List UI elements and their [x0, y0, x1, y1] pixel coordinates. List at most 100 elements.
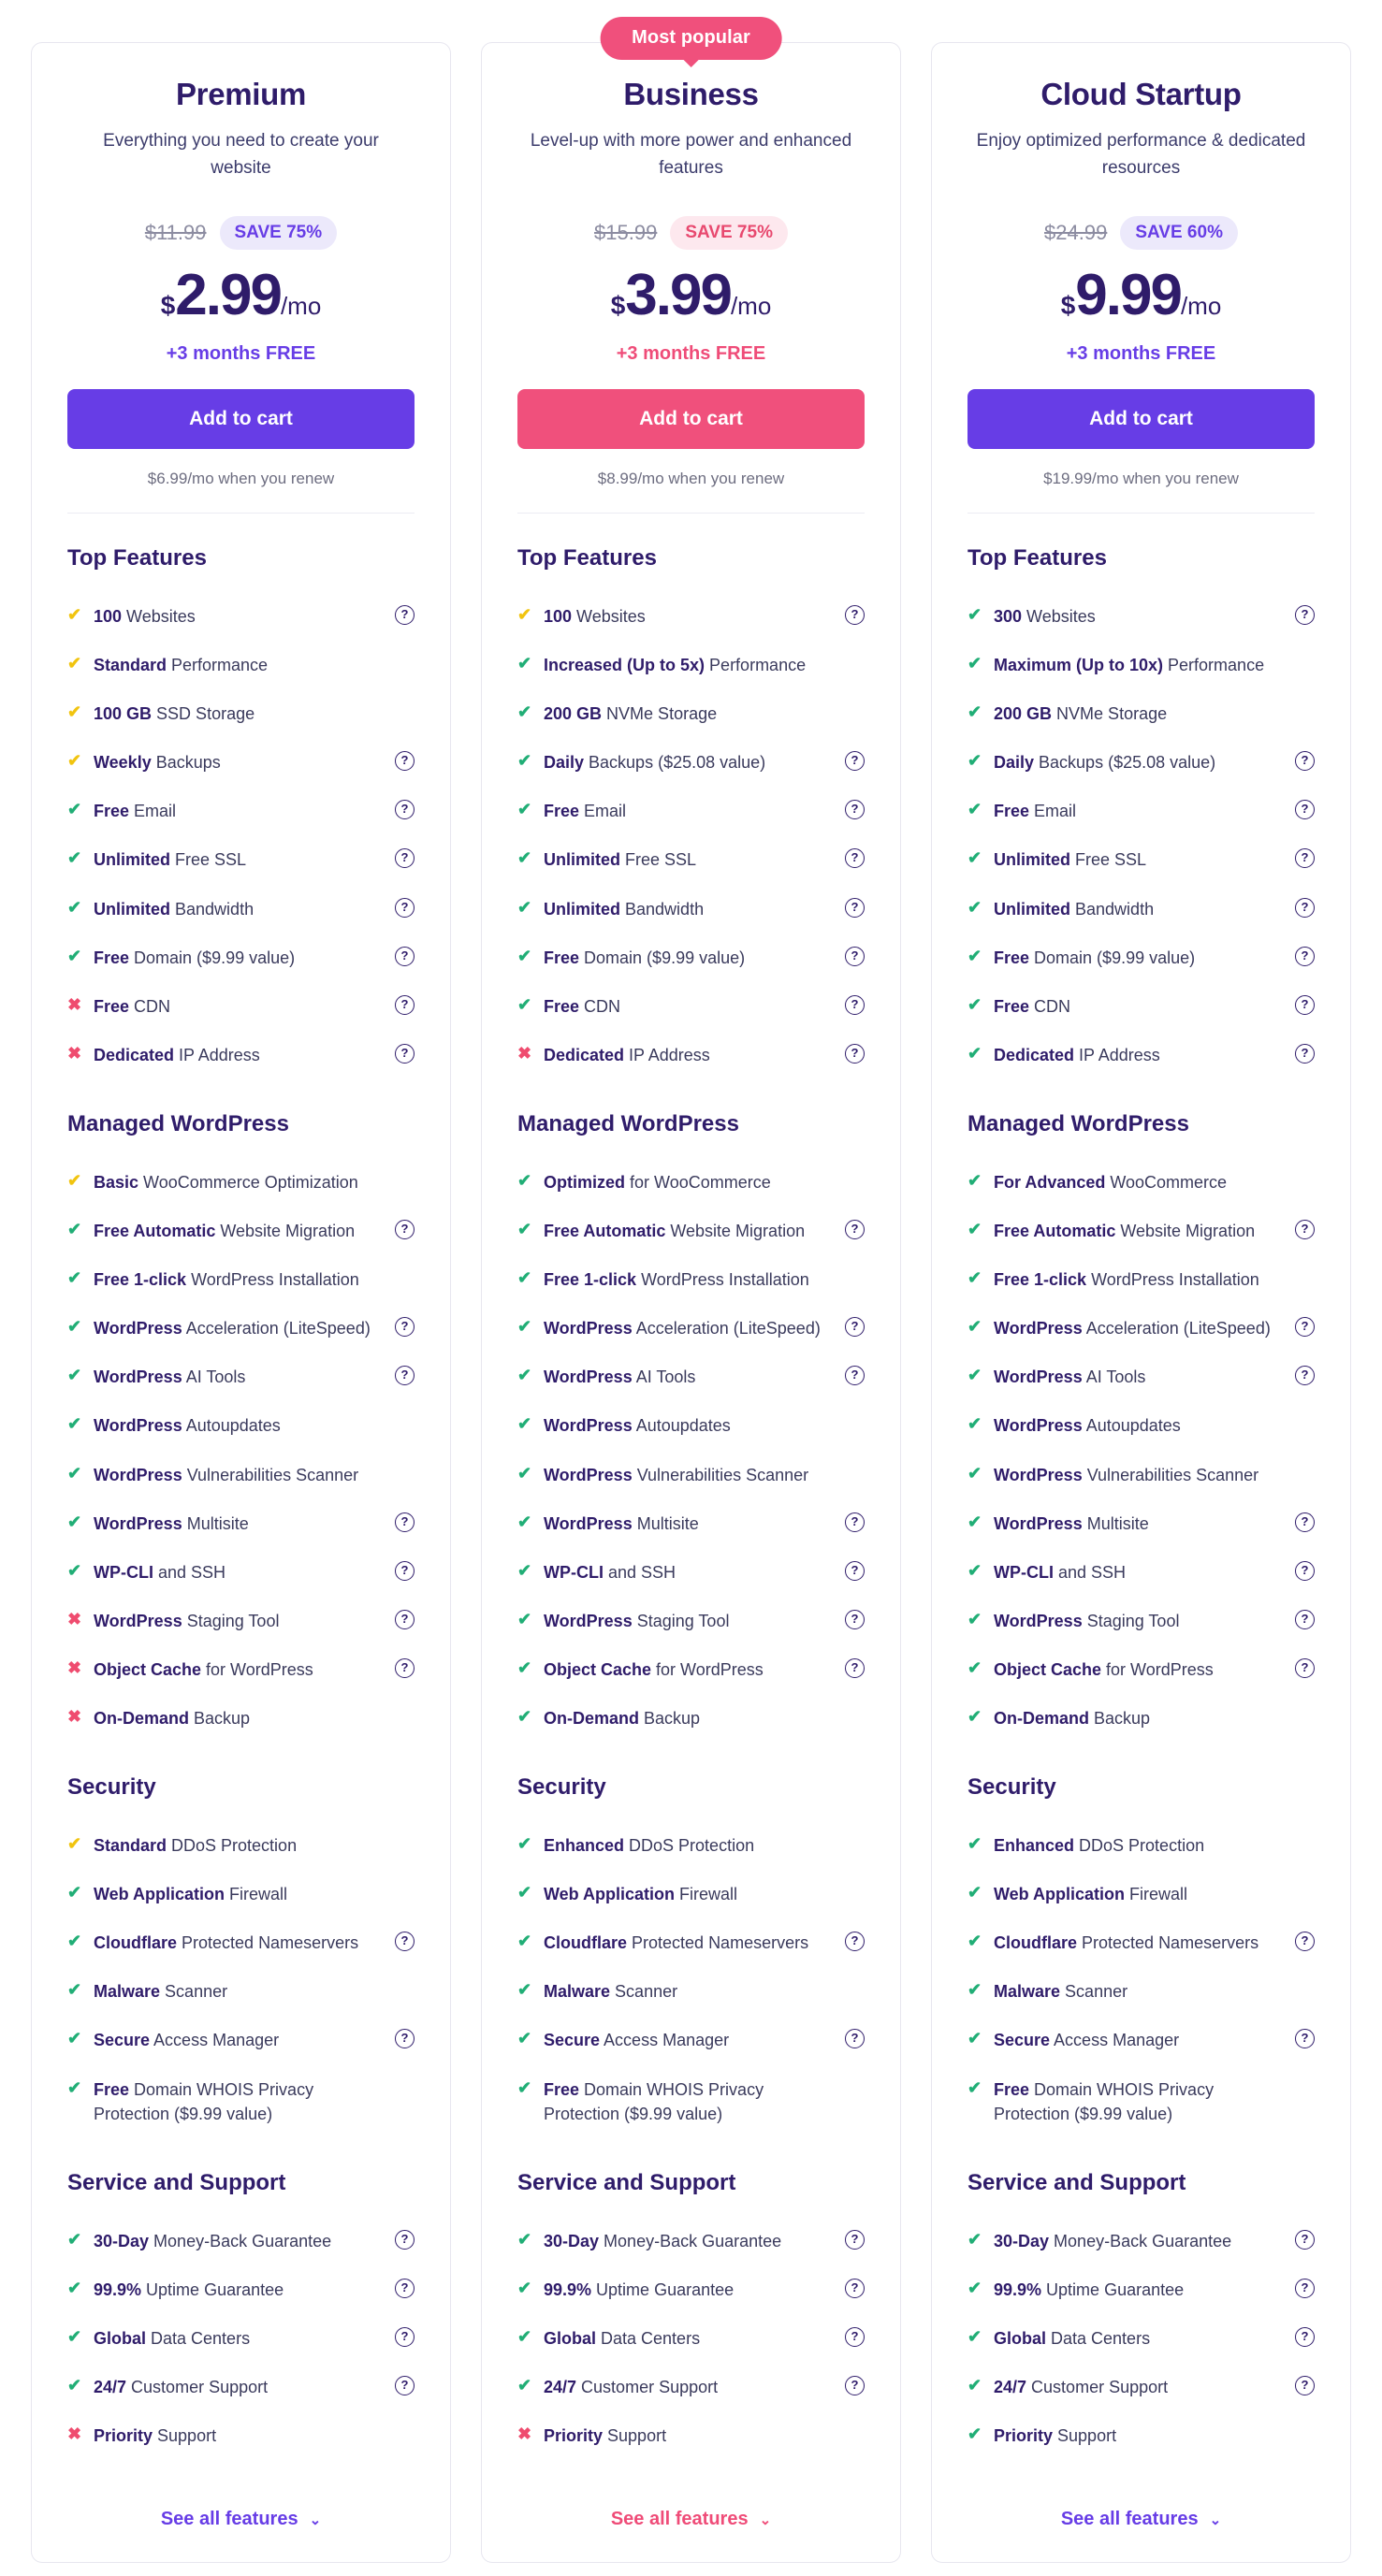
plan-name: Premium	[175, 77, 307, 111]
help-icon[interactable]: ?	[395, 848, 415, 869]
help-icon[interactable]: ?	[1295, 1560, 1315, 1581]
feature-label-rest: and SSH	[603, 1562, 676, 1582]
help-icon[interactable]: ?	[395, 897, 415, 918]
help-icon[interactable]: ?	[845, 2278, 865, 2298]
help-icon[interactable]: ?	[1295, 848, 1315, 869]
help-icon[interactable]: ?	[845, 1560, 865, 1581]
feature-label-rest: Support	[603, 2426, 667, 2446]
help-icon[interactable]: ?	[845, 1932, 865, 1952]
help-icon[interactable]: ?	[395, 1366, 415, 1386]
help-icon[interactable]: ?	[845, 897, 865, 918]
feature-section-top: Top Features ✔ 300 Websites? ✔ Maximum (Up t…	[967, 545, 1315, 1079]
feature-section-support: Service and Support ✔ 30-Day Money-Back Gu…	[67, 2170, 415, 2460]
help-icon[interactable]: ?	[395, 1043, 415, 1064]
add-to-cart-button[interactable]: Add to cart	[67, 389, 415, 449]
help-icon[interactable]: ?	[1295, 605, 1315, 625]
feature-row: ✔200 GB NVMe Storage?	[967, 689, 1315, 738]
feature-label-rest: for WooCommerce	[625, 1172, 771, 1192]
help-icon[interactable]: ?	[845, 1512, 865, 1532]
add-to-cart-button[interactable]: Add to cart	[967, 389, 1315, 449]
feature-label: Maximum (Up to 10x) Performance	[994, 653, 1286, 677]
help-icon[interactable]: ?	[395, 1609, 415, 1629]
help-icon[interactable]: ?	[1295, 2029, 1315, 2049]
help-icon[interactable]: ?	[845, 1043, 865, 1064]
help-icon[interactable]: ?	[395, 1932, 415, 1952]
section-title: Top Features	[517, 545, 657, 571]
help-icon[interactable]: ?	[395, 1512, 415, 1532]
help-icon[interactable]: ?	[395, 994, 415, 1015]
see-all-features-link[interactable]: See all features ⌄	[67, 2509, 415, 2530]
help-icon[interactable]: ?	[395, 1560, 415, 1581]
price-row: $9.99/mo	[967, 267, 1315, 325]
help-icon[interactable]: ?	[845, 1609, 865, 1629]
add-to-cart-button[interactable]: Add to cart	[517, 389, 865, 449]
help-icon[interactable]: ?	[845, 1657, 865, 1678]
help-icon[interactable]: ?	[1295, 2278, 1315, 2298]
feature-label: Unlimited Free SSL	[94, 847, 386, 872]
help-icon[interactable]: ?	[1295, 2376, 1315, 2395]
help-icon[interactable]: ?	[845, 848, 865, 869]
see-all-features-link[interactable]: See all features ⌄	[517, 2509, 865, 2530]
feature-section-security: Security ✔ Standard DDoS Protection? ✔ Web A…	[67, 1774, 415, 2138]
help-icon[interactable]: ?	[845, 2229, 865, 2250]
help-icon[interactable]: ?	[845, 2029, 865, 2049]
feature-label-rest: Multisite	[182, 1513, 249, 1533]
feature-label-emphasis: 200 GB	[994, 704, 1053, 724]
help-icon[interactable]: ?	[1295, 994, 1315, 1015]
help-icon[interactable]: ?	[1295, 1657, 1315, 1678]
help-icon[interactable]: ?	[1295, 1317, 1315, 1338]
help-icon[interactable]: ?	[395, 2376, 415, 2395]
help-icon[interactable]: ?	[845, 2326, 865, 2347]
help-icon[interactable]: ?	[395, 946, 415, 966]
help-icon[interactable]: ?	[845, 1366, 865, 1386]
help-icon[interactable]: ?	[845, 800, 865, 820]
help-icon[interactable]: ?	[845, 1317, 865, 1338]
feature-label: Global Data Centers	[994, 2326, 1286, 2351]
help-icon[interactable]: ?	[845, 1220, 865, 1240]
help-icon[interactable]: ?	[1295, 2326, 1315, 2347]
bonus-months-label: +3 months FREE	[166, 343, 316, 364]
help-icon[interactable]: ?	[395, 2278, 415, 2298]
see-all-features-link[interactable]: See all features ⌄	[967, 2509, 1315, 2530]
feature-label-emphasis: WordPress	[544, 1611, 633, 1630]
check-icon: ✔	[967, 897, 982, 917]
help-icon[interactable]: ?	[395, 1220, 415, 1240]
help-icon[interactable]: ?	[845, 605, 865, 625]
help-icon[interactable]: ?	[395, 1657, 415, 1678]
help-icon[interactable]: ?	[845, 2376, 865, 2395]
check-icon: ✔	[967, 1414, 982, 1434]
help-icon[interactable]: ?	[1295, 1512, 1315, 1532]
help-icon[interactable]: ?	[1295, 1043, 1315, 1064]
help-icon[interactable]: ?	[1295, 897, 1315, 918]
feature-label-rest: Firewall	[675, 1885, 738, 1904]
feature-label-emphasis: Maximum (Up to 10x)	[994, 656, 1164, 675]
help-icon[interactable]: ?	[395, 2029, 415, 2049]
feature-label: 99.9% Uptime Guarantee	[94, 2278, 386, 2302]
help-icon[interactable]: ?	[1295, 946, 1315, 966]
help-icon[interactable]: ?	[395, 800, 415, 820]
help-icon[interactable]: ?	[1295, 751, 1315, 772]
feature-label-rest: Firewall	[225, 1885, 288, 1904]
save-badge: SAVE 75%	[219, 216, 338, 250]
feature-label-emphasis: Dedicated	[94, 1045, 175, 1064]
feature-label-emphasis: 24/7	[544, 2378, 577, 2396]
help-icon[interactable]: ?	[395, 751, 415, 772]
help-icon[interactable]: ?	[395, 605, 415, 625]
help-icon[interactable]: ?	[845, 751, 865, 772]
help-icon[interactable]: ?	[1295, 1932, 1315, 1952]
help-icon[interactable]: ?	[845, 946, 865, 966]
help-icon[interactable]: ?	[845, 994, 865, 1015]
feature-label-emphasis: 30-Day	[994, 2231, 1050, 2250]
feature-label-rest: Autoupdates	[1082, 1416, 1181, 1436]
help-icon[interactable]: ?	[395, 2229, 415, 2250]
help-icon[interactable]: ?	[395, 2326, 415, 2347]
help-icon[interactable]: ?	[1295, 1609, 1315, 1629]
help-icon[interactable]: ?	[1295, 1220, 1315, 1240]
check-icon: ✔	[517, 1932, 532, 1951]
help-icon[interactable]: ?	[395, 1317, 415, 1338]
help-icon[interactable]: ?	[1295, 800, 1315, 820]
help-icon[interactable]: ?	[1295, 2229, 1315, 2250]
cross-icon: ✖	[517, 1043, 532, 1063]
help-icon[interactable]: ?	[1295, 1366, 1315, 1386]
renewal-price-note: $19.99/mo when you renew	[967, 470, 1315, 514]
